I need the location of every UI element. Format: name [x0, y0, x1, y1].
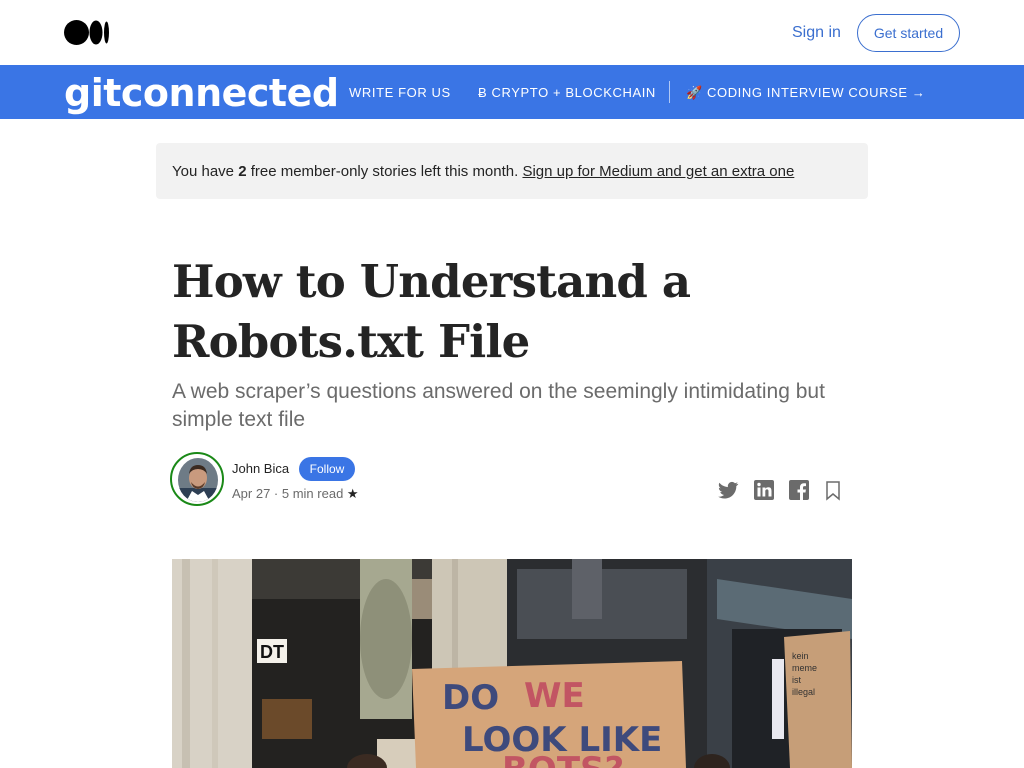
facebook-icon[interactable]: [787, 478, 811, 502]
sign-word-we: WE: [524, 676, 585, 716]
author-avatar[interactable]: [178, 458, 218, 502]
svg-text:illegal: illegal: [792, 687, 815, 697]
nav-crypto-blockchain[interactable]: Ƀ CRYPTO + BLOCKCHAIN: [478, 85, 656, 100]
svg-text:DT: DT: [260, 642, 284, 662]
nav-divider: [669, 81, 670, 103]
banner-text: You have 2 free member-only stories left…: [172, 163, 794, 180]
article-title: How to Understand a Robots.txt File: [172, 255, 691, 368]
sign-word-do: DO: [442, 678, 499, 718]
banner-count: 2: [238, 163, 247, 180]
twitter-icon[interactable]: [716, 478, 740, 502]
get-started-button[interactable]: Get started: [857, 14, 960, 52]
publication-logo[interactable]: gitconnected: [64, 71, 339, 115]
member-stories-banner: You have 2 free member-only stories left…: [156, 143, 868, 199]
svg-text:ist: ist: [792, 675, 801, 685]
medium-logo-icon[interactable]: [64, 20, 110, 45]
publish-date: Apr 27: [232, 486, 271, 501]
follow-button[interactable]: Follow: [299, 457, 355, 481]
banner-suffix: free member-only stories left this month…: [246, 163, 523, 180]
read-time: 5 min read: [281, 486, 344, 501]
nav-write-for-us[interactable]: WRITE FOR US: [349, 85, 451, 100]
author-name[interactable]: John Bica: [232, 461, 289, 476]
publication-bar: gitconnected WRITE FOR US Ƀ CRYPTO + BLO…: [0, 65, 1024, 119]
member-star-icon: ★: [346, 486, 359, 501]
article-meta: Apr 27 · 5 min read ★: [232, 486, 359, 501]
sign-in-link[interactable]: Sign in: [792, 24, 841, 42]
hero-image: DT kein meme ist illegal DO WE LOOK LIKE…: [172, 559, 852, 768]
banner-prefix: You have: [172, 163, 239, 180]
bookmark-icon[interactable]: [821, 478, 845, 502]
svg-text:meme: meme: [792, 663, 817, 673]
linkedin-icon[interactable]: [752, 478, 776, 502]
sign-word-bots: BOTS?: [502, 750, 624, 768]
signup-link[interactable]: Sign up for Medium and get an extra one: [522, 163, 794, 180]
nav-coding-interview-course[interactable]: 🚀 CODING INTERVIEW COURSE →: [686, 85, 925, 101]
article-subtitle: A web scraper’s questions answered on th…: [172, 380, 825, 431]
svg-text:kein: kein: [792, 651, 809, 661]
top-bar: Sign in Get started: [0, 0, 1024, 65]
